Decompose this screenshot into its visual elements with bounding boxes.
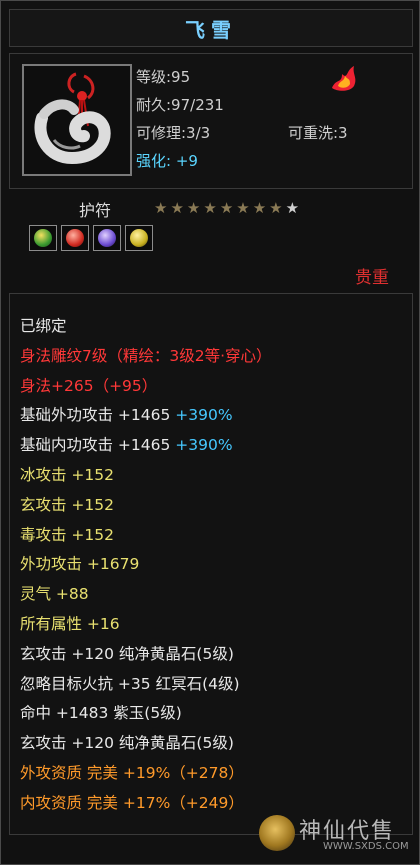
item-info-panel: 等级:95 耐久:97/231 可修理:3/3 可重洗:3 强化: +9 [9, 53, 413, 189]
attribute-line: 外攻资质 完美 +19%（+278） [20, 761, 244, 783]
attribute-line: 忽略目标火抗 +35 红冥石(4级) [20, 672, 240, 694]
watermark-url: WWW.SXDS.COM [323, 841, 409, 852]
gem-slot[interactable] [125, 225, 153, 251]
star-icon: ★ [154, 199, 168, 217]
red-gem-icon [66, 229, 84, 247]
attribute-text: 外攻资质 完美 +19%（+278） [20, 764, 244, 782]
item-enhance: 强化: +9 [136, 152, 198, 170]
attribute-text: 冰攻击 +152 [20, 466, 114, 484]
attribute-text: 已绑定 [20, 317, 67, 335]
attribute-line: 内攻资质 完美 +17%（+249） [20, 791, 244, 813]
attribute-text: 玄攻击 +120 纯净黄晶石(5级) [20, 644, 234, 663]
star-icon: ★ [186, 199, 201, 217]
star-icon: ★ [236, 199, 250, 217]
star-icon: ★ [269, 199, 283, 217]
attribute-text: +390% [175, 406, 233, 425]
flame-emblem-icon [328, 64, 360, 92]
attribute-line: 灵气 +88 [20, 582, 89, 604]
gem-slots [29, 225, 153, 251]
attribute-text: 灵气 +88 [20, 585, 89, 604]
attribute-text: 外功攻击 +1679 [20, 555, 140, 574]
attribute-line: 玄攻击 +152 [20, 493, 114, 515]
attribute-text: 玄攻击 +152 [20, 495, 114, 514]
attribute-text: 玄攻击 +120 纯净黄晶石(5级) [20, 734, 234, 753]
attribute-text: 命中 +1483 紫玉(5级) [20, 704, 182, 723]
item-tooltip: 飞雪 等级:95 耐久:97/231 可修理:3/3 可重洗:3 强化: +9 [0, 0, 420, 865]
star-icon: ★ [252, 199, 267, 217]
item-name: 飞雪 [185, 17, 237, 42]
jade-amulet-icon [22, 64, 132, 176]
attribute-line: 玄攻击 +120 纯净黄晶石(5级) [20, 731, 234, 753]
attribute-line: 命中 +1483 紫玉(5级) [20, 701, 182, 723]
item-repairable: 可修理:3/3 [136, 124, 211, 142]
attribute-text: 所有属性 +16 [20, 615, 120, 633]
socket-label: 护符 [79, 201, 112, 220]
attribute-line: 玄攻击 +120 纯净黄晶石(5级) [20, 642, 234, 664]
attribute-line: 已绑定 [20, 314, 67, 336]
attribute-text: +390% [175, 436, 233, 455]
item-rewashable: 可重洗:3 [288, 124, 348, 142]
attribute-text: 身法雕纹7级（精绘：3级2等·穿心） [20, 346, 272, 365]
attribute-text: 身法+265（+95） [20, 376, 158, 395]
attribute-line: 身法雕纹7级（精绘：3级2等·穿心） [20, 344, 272, 366]
gem-slot[interactable] [61, 225, 89, 251]
item-durability: 耐久:97/231 [136, 96, 224, 114]
gem-slot[interactable] [29, 225, 57, 251]
star-empty-icon: ★ [285, 199, 300, 217]
yellow-gem-icon [130, 229, 148, 247]
green-gem-icon [34, 229, 52, 247]
item-title-bar: 飞雪 [9, 9, 413, 47]
purple-gem-icon [98, 229, 116, 247]
rarity-label: 贵重 [355, 268, 389, 288]
star-icon: ★ [170, 199, 184, 217]
star-icon: ★ [203, 199, 217, 217]
attribute-text: 基础内功攻击 +1465 [20, 436, 176, 455]
attribute-line: 基础内功攻击 +1465 +390% [20, 433, 233, 455]
star-rating: ★ ★ ★ ★ ★ ★ ★ ★ ★ [154, 199, 299, 217]
attribute-text: 毒攻击 +152 [20, 525, 114, 544]
item-level: 等级:95 [136, 68, 191, 86]
coin-logo-icon [259, 815, 295, 851]
attribute-text: 基础外功攻击 +1465 [20, 406, 176, 425]
attribute-panel: 已绑定身法雕纹7级（精绘：3级2等·穿心） 身法+265（+95） 基础外功攻击 +… [9, 293, 413, 835]
star-icon: ★ [219, 199, 234, 217]
attribute-line: 基础外功攻击 +1465 +390% [20, 403, 233, 425]
watermark: 神仙代售 WWW.SXDS.COM [259, 813, 419, 861]
attribute-line: 所有属性 +16 [20, 612, 120, 634]
attribute-line: 外功攻击 +1679 [20, 552, 139, 574]
gem-slot[interactable] [93, 225, 121, 251]
socket-panel: 护符 ★ ★ ★ ★ ★ ★ ★ ★ ★ 贵重 [9, 189, 411, 288]
attribute-line: 冰攻击 +152 [20, 463, 114, 485]
attribute-line: 身法+265（+95） [20, 374, 157, 396]
attribute-text: 忽略目标火抗 +35 红冥石(4级) [20, 674, 240, 693]
attribute-text: 内攻资质 完美 +17%（+249） [20, 793, 244, 812]
attribute-line: 毒攻击 +152 [20, 523, 114, 545]
